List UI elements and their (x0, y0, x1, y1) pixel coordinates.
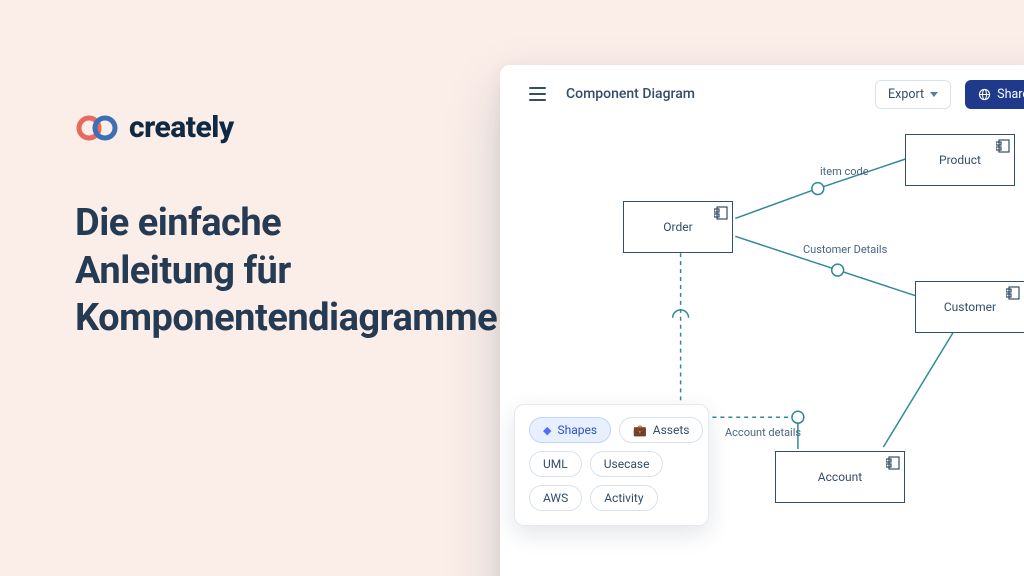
page-headline: Die einfache Anleitung für Komponentendi… (75, 200, 430, 343)
tray-chip-assets[interactable]: 💼 Assets (619, 417, 703, 443)
editor-card: Component Diagram Export Share (500, 65, 1024, 576)
edge-label-customer-details: Customer Details (803, 243, 887, 256)
hero-pane: creately Die einfache Anleitung für Komp… (0, 0, 490, 576)
tray-chip-activity[interactable]: Activity (590, 485, 657, 511)
editor-toolbar: Component Diagram Export Share (500, 65, 1024, 123)
edge-label-item-code: item code (820, 165, 869, 178)
editor-preview: Component Diagram Export Share (490, 0, 1024, 576)
tray-chip-aws[interactable]: AWS (529, 485, 582, 511)
brand-logo: creately (75, 110, 430, 145)
share-button[interactable]: Share (965, 80, 1024, 109)
component-customer[interactable]: Customer (915, 281, 1024, 333)
component-icon (886, 456, 900, 470)
menu-button[interactable] (522, 79, 552, 109)
tray-chip-shapes[interactable]: ◆ Shapes (529, 417, 611, 443)
shape-tray: ◆ Shapes 💼 Assets UML Usecase AWS Activi… (514, 404, 709, 526)
component-icon (714, 206, 728, 220)
share-label: Share (997, 87, 1024, 102)
component-account[interactable]: Account (775, 451, 905, 503)
diagram-canvas[interactable]: Order Product Customer Account item code… (500, 119, 1024, 576)
component-icon (996, 139, 1010, 153)
briefcase-icon: 💼 (633, 424, 647, 437)
diamond-icon: ◆ (543, 424, 551, 437)
chevron-down-icon (930, 92, 938, 97)
edge-label-account-details: Account details (725, 426, 801, 439)
component-icon (1006, 286, 1020, 300)
export-label: Export (888, 87, 924, 102)
component-order[interactable]: Order (623, 201, 733, 253)
tray-chip-usecase[interactable]: Usecase (590, 451, 664, 477)
globe-icon (978, 88, 991, 101)
export-button[interactable]: Export (875, 80, 951, 109)
logo-icon (75, 114, 119, 142)
tray-chip-uml[interactable]: UML (529, 451, 582, 477)
brand-name: creately (129, 110, 234, 145)
component-product[interactable]: Product (905, 134, 1015, 186)
document-title[interactable]: Component Diagram (566, 86, 695, 102)
